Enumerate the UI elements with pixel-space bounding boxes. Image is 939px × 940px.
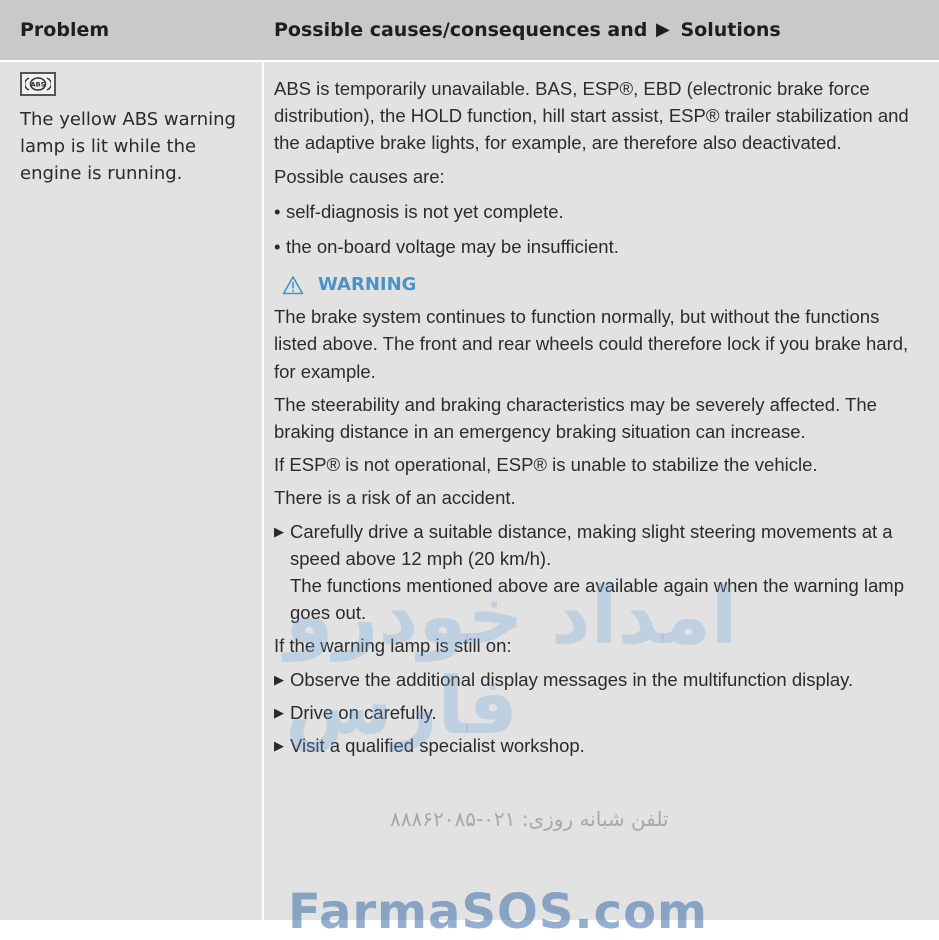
step-arrow-icon: ▶	[274, 738, 284, 754]
step-text: Observe the additional display messages …	[290, 668, 854, 690]
watermark-site: FarmaSOS.com	[288, 884, 709, 940]
still-on-heading: If the warning lamp is still on:	[274, 635, 512, 657]
column-header-solutions: Possible causes/consequences and ▶ Solut…	[274, 0, 781, 60]
warning-triangle-icon	[282, 275, 304, 295]
instruction-step: ▶ Drive on carefully.	[274, 699, 926, 726]
solutions-header-prefix: Possible causes/consequences and	[274, 19, 648, 41]
solutions-header-suffix: Solutions	[680, 19, 781, 41]
step-arrow-icon: ▶	[274, 704, 284, 720]
bullet-dot-icon: •	[274, 236, 281, 258]
play-triangle-icon: ▶	[656, 19, 670, 40]
warning-text-brakes: The brake system continues to function n…	[274, 306, 909, 382]
watermark-phone: تلفن شبانه روزی: ۰۲۱-۸۸۸۶۲۰۸۵	[390, 807, 669, 831]
step-result-text: The functions mentioned above are availa…	[290, 575, 904, 624]
column-header-problem: Problem	[20, 19, 110, 41]
solutions-cell: ABS is temporarily unavailable. BAS, ESP…	[274, 75, 926, 759]
cause-list-item: • self-diagnosis is not yet complete.	[274, 198, 926, 225]
instruction-step: ▶ Visit a qualified specialist workshop.	[274, 732, 926, 759]
cause-text: self-diagnosis is not yet complete.	[286, 200, 564, 222]
column-divider	[262, 62, 264, 920]
cause-text: the on-board voltage may be insufficient…	[286, 236, 619, 258]
step-text: Carefully drive a suitable distance, mak…	[290, 520, 893, 569]
instruction-step: ▶ Observe the additional display message…	[274, 666, 926, 693]
step-arrow-icon: ▶	[274, 523, 284, 539]
warning-title: WARNING	[318, 274, 417, 296]
cause-list-item: • the on-board voltage may be insufficie…	[274, 233, 926, 260]
abs-unavailable-paragraph: ABS is temporarily unavailable. BAS, ESP…	[274, 78, 909, 154]
warning-heading: WARNING	[274, 274, 926, 295]
bullet-dot-icon: •	[274, 200, 281, 222]
problem-description: The yellow ABS warning lamp is lit while…	[20, 109, 236, 184]
step-arrow-icon: ▶	[274, 671, 284, 687]
instruction-step: ▶ Carefully drive a suitable distance, m…	[274, 518, 926, 572]
warning-text-steerability: The steerability and braking characteris…	[274, 393, 877, 443]
table-row: ABS The yellow ABS warning lamp is lit w…	[0, 62, 939, 940]
warning-text-esp: If ESP® is not operational, ESP® is unab…	[274, 454, 818, 476]
warning-text-accident: There is a risk of an accident.	[274, 487, 516, 509]
abs-icon-label: ABS	[31, 81, 46, 89]
step-text: Drive on carefully.	[290, 701, 437, 723]
step-text: Visit a qualified specialist workshop.	[290, 735, 585, 757]
table-header: Problem Possible causes/consequences and…	[0, 0, 939, 62]
problem-cell: ABS The yellow ABS warning lamp is lit w…	[20, 72, 252, 187]
abs-warning-icon: ABS	[20, 72, 56, 96]
possible-causes-heading: Possible causes are:	[274, 165, 445, 187]
